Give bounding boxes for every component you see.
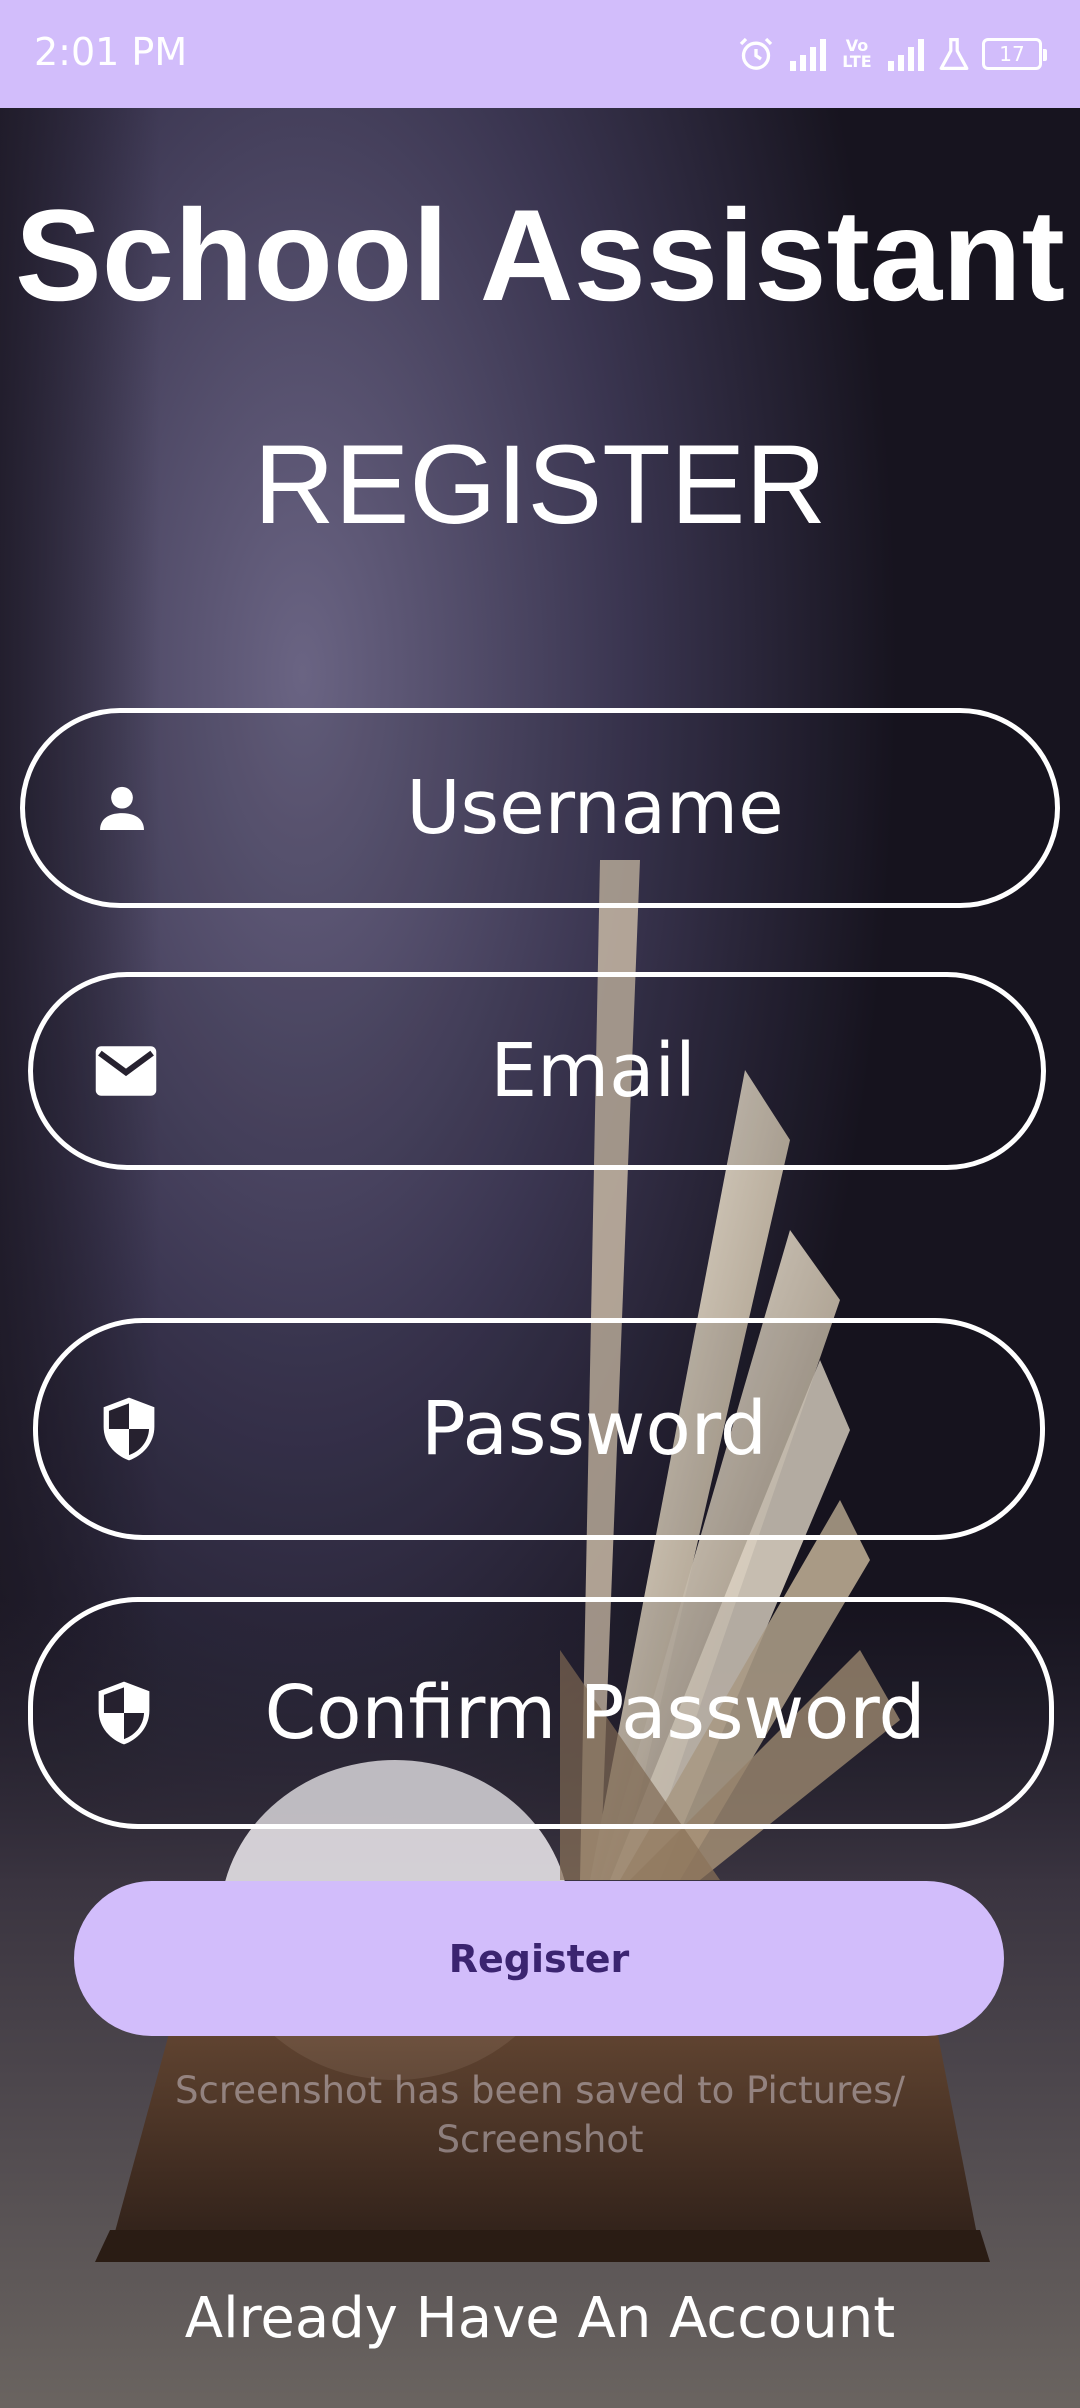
register-button[interactable]: Register — [74, 1881, 1004, 2036]
shield-icon — [98, 1681, 150, 1745]
mail-icon — [95, 1046, 157, 1096]
login-link[interactable]: Already Have An Account — [0, 2286, 1080, 2351]
lab-icon — [939, 38, 969, 70]
person-icon — [100, 786, 144, 830]
status-icons: Vo LTE 17 — [736, 30, 1047, 78]
confirm-password-placeholder: Confirm Password — [264, 1670, 926, 1756]
confirm-password-field[interactable]: Confirm Password — [28, 1597, 1054, 1829]
signal-icon — [790, 39, 826, 71]
register-screen: 2:01 PM Vo LTE 17 School Assistant REGIS… — [0, 0, 1080, 2408]
battery-icon: 17 — [982, 38, 1047, 70]
volte-icon: Vo LTE — [842, 36, 872, 71]
status-time: 2:01 PM — [34, 30, 188, 74]
password-placeholder: Password — [421, 1386, 767, 1472]
email-field[interactable]: Email — [28, 972, 1046, 1170]
email-placeholder: Email — [490, 1028, 696, 1114]
screenshot-toast: Screenshot has been saved to Pictures/ S… — [175, 2069, 905, 2161]
background-book-image — [0, 0, 1080, 2408]
page-heading: REGISTER — [253, 422, 827, 547]
username-placeholder: Username — [406, 765, 784, 851]
app-title: School Assistant — [15, 182, 1065, 328]
password-field[interactable]: Password — [33, 1318, 1045, 1540]
register-button-label: Register — [448, 1936, 630, 1981]
alarm-icon — [739, 37, 773, 70]
signal-icon — [888, 39, 924, 71]
username-field[interactable]: Username — [20, 708, 1060, 908]
status-bar: 2:01 PM Vo LTE 17 — [0, 0, 1080, 108]
shield-icon — [103, 1397, 155, 1461]
